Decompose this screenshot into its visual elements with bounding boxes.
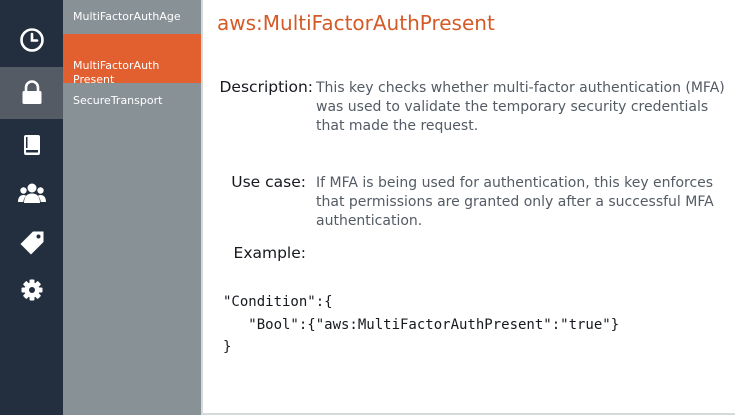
users-icon [17, 183, 46, 203]
code-example: "Condition":{ "Bool":{"aws:MultiFactorAu… [223, 291, 619, 359]
use-case-label: Use case: [231, 173, 306, 191]
description-text: This key checks whether multi-factor aut… [316, 80, 725, 134]
condition-key-menu: MultiFactorAuthAge MultiFactorAuth Prese… [63, 0, 201, 415]
rail-item-settings[interactable] [0, 266, 63, 314]
code-line: "Bool":{"aws:MultiFactorAuthPresent":"tr… [223, 316, 620, 333]
submenu-item-label: SecureTransport [73, 94, 163, 107]
code-line: } [223, 339, 232, 355]
book-icon [23, 135, 40, 155]
clock-icon [19, 28, 44, 52]
rail-item-history[interactable] [0, 16, 63, 64]
submenu-item-multifactorauthage[interactable]: MultiFactorAuthAge [63, 0, 201, 34]
rail-item-security[interactable] [0, 67, 63, 119]
example-label: Example: [233, 244, 306, 262]
code-line: "Condition":{ [223, 294, 333, 310]
gear-icon [21, 279, 42, 301]
tag-icon [20, 231, 43, 255]
rail-item-tags[interactable] [0, 219, 63, 267]
lock-icon [22, 80, 41, 104]
main-content: aws:MultiFactorAuthPresent Description: … [203, 0, 735, 415]
page-title: aws:MultiFactorAuthPresent [217, 11, 495, 35]
description-label: Description: [219, 78, 314, 96]
use-case-text: If MFA is being used for authentication,… [316, 175, 714, 229]
submenu-item-multifactorauthpresent[interactable]: MultiFactorAuth Present [63, 34, 201, 86]
submenu-item-label: MultiFactorAuth Present [73, 59, 160, 86]
submenu-item-label: MultiFactorAuthAge [73, 10, 181, 23]
rail-item-docs[interactable] [0, 121, 63, 169]
rail-item-users[interactable] [0, 169, 63, 217]
icon-rail [0, 0, 63, 415]
submenu-item-securetransport[interactable]: SecureTransport [63, 83, 201, 117]
